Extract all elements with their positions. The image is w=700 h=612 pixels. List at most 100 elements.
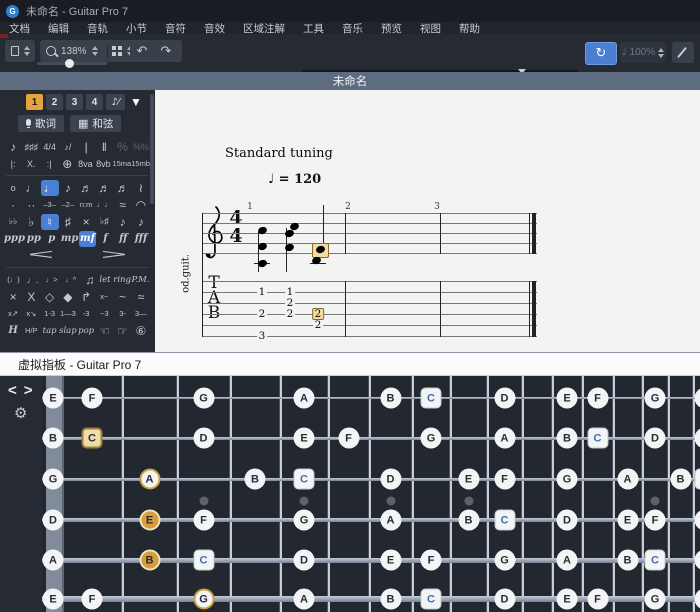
redo-button[interactable]: ↷	[154, 40, 178, 62]
palette-alternate-ending-button[interactable]: X.	[22, 156, 40, 172]
palette-coda-button[interactable]: ⊕	[58, 156, 76, 172]
voice-2-button[interactable]: 2	[46, 94, 63, 110]
palette-key-signature-button[interactable]: ♯♯♯	[22, 139, 40, 155]
palette-time-signature-button[interactable]: 4/4	[41, 139, 59, 155]
palette-sharp-button[interactable]: ♯	[59, 214, 77, 230]
prev-icon[interactable]: <	[8, 382, 24, 399]
page-view-spinner[interactable]	[24, 46, 30, 56]
palette-let-ring-beam-button[interactable]: ≈	[114, 197, 132, 213]
voice-3-button[interactable]: 3	[66, 94, 83, 110]
note-marker[interactable]: B	[380, 589, 401, 610]
palette-natural-harmonic-button[interactable]: ◇	[41, 289, 59, 305]
note-marker-c[interactable]: C	[494, 510, 515, 531]
note-marker[interactable]: D	[645, 428, 666, 449]
palette-fortissimo-button[interactable]: ff	[114, 231, 132, 247]
palette-hammer-on-button[interactable]: 1-3	[41, 306, 59, 322]
note-marker[interactable]: G	[557, 469, 578, 490]
palette-pianissimo-button[interactable]: pp	[25, 231, 43, 247]
palette-scrollbar[interactable]	[150, 94, 154, 204]
note-marker[interactable]: F	[193, 510, 214, 531]
palette-whole-note-button[interactable]: o	[4, 180, 22, 196]
voice-4-button[interactable]: 4	[86, 94, 103, 110]
palette-tap-button[interactable]: tap	[41, 323, 59, 339]
palette-quindicesima-alta-button[interactable]: 15ma	[112, 156, 131, 172]
palette-slide-in-from-below-button[interactable]: x↗	[4, 306, 22, 322]
note-marker[interactable]: A	[380, 510, 401, 531]
note-marker[interactable]: A	[557, 550, 578, 571]
note-marker[interactable]: G	[645, 589, 666, 610]
palette-artificial-harmonic-button[interactable]: ◆	[59, 289, 77, 305]
palette-free-time-button[interactable]: ♪/	[59, 139, 77, 155]
tab-fret-number[interactable]: 2	[313, 320, 323, 330]
palette-pop-button[interactable]: pop	[77, 323, 95, 339]
palette-quarter-note-button[interactable]: ♩	[41, 180, 59, 196]
zoom-value[interactable]: 138%	[61, 46, 87, 57]
palette-forte-button[interactable]: f	[96, 231, 114, 247]
note-marker[interactable]: A	[617, 469, 638, 490]
palette-wide-vibrato-button[interactable]: ≈	[132, 289, 150, 305]
palette-flat-button[interactable]: ♭	[22, 214, 40, 230]
chords-button[interactable]: ▦ 和弦	[70, 115, 121, 132]
palette-double-flat-button[interactable]: ♭♭	[4, 214, 22, 230]
loop-button[interactable]: ↻	[585, 42, 617, 65]
line-in-tuner-button[interactable]	[672, 42, 694, 63]
fretboard-window-titlebar[interactable]: 虚拟指板 - Guitar Pro 7	[0, 352, 700, 376]
fretboard-nav-arrows[interactable]: <>	[8, 382, 40, 399]
palette-pianississimo-button[interactable]: ppp	[4, 231, 25, 247]
palette-grace-on-beat-button[interactable]: ♪	[132, 214, 150, 230]
palette-slap-button[interactable]: slap	[59, 323, 77, 339]
voice-1-button[interactable]: 1	[26, 94, 43, 110]
open-string-note[interactable]: B	[43, 428, 64, 449]
palette-slide-from-below-button[interactable]: -3	[77, 306, 95, 322]
voices-dropdown-arrow[interactable]: ▼	[130, 95, 142, 109]
palette-eighth-note-button[interactable]: ♪	[59, 180, 77, 196]
palette-string-number-button[interactable]: ⑥	[132, 323, 150, 339]
multitrack-view-icon[interactable]	[112, 46, 122, 56]
open-string-note[interactable]: G	[43, 469, 64, 490]
palette-double-sharp-button[interactable]: ×	[77, 214, 95, 230]
fretboard[interactable]: EFGABCDEFGABCDEFGABCDEGABCDEFGABCDEFGABC…	[42, 376, 700, 612]
note-marker[interactable]: B	[557, 428, 578, 449]
tab-fret-number[interactable]: 1	[257, 287, 267, 297]
palette-repeat-open-button[interactable]: |:	[4, 156, 22, 172]
palette-tie-button[interactable]: ♩♩	[95, 197, 113, 213]
palette-n-tuplet-button[interactable]: n:m	[77, 197, 95, 213]
palette-slide-legato-button[interactable]: ~3	[95, 306, 113, 322]
palette-let-ring-button[interactable]: let ring	[99, 272, 131, 288]
note-marker[interactable]: E	[557, 388, 578, 409]
palette-slide-out-down-button[interactable]: x↘	[22, 306, 40, 322]
multivoice-icon[interactable]: ♪⁄	[106, 94, 125, 110]
palette-left-hand-fingering-button[interactable]: ☜	[95, 323, 113, 339]
active-note-marker[interactable]: B	[139, 550, 160, 571]
note-marker-c[interactable]: C	[645, 550, 666, 571]
note-marker-c[interactable]: C	[294, 469, 315, 490]
highlighted-note-marker[interactable]: A	[139, 469, 160, 490]
note-marker[interactable]: D	[557, 510, 578, 531]
zoom-spinner[interactable]	[92, 46, 98, 56]
note-marker-c[interactable]: C	[694, 469, 700, 490]
palette-right-hand-fingering-button[interactable]: ☞	[114, 323, 132, 339]
palette-sixty-fourth-note-button[interactable]: ♬	[114, 180, 132, 196]
tab-fret-number[interactable]: 1	[285, 287, 295, 297]
palette-heavy-accent-button[interactable]: ♩^	[61, 272, 80, 288]
note-marker[interactable]: G	[294, 510, 315, 531]
note-marker[interactable]: E	[380, 550, 401, 571]
note-marker[interactable]: E	[617, 510, 638, 531]
palette-crescendo-button[interactable]: <	[4, 248, 77, 264]
page-view-selector[interactable]	[5, 40, 35, 62]
note-marker[interactable]: E	[557, 589, 578, 610]
palette-mezzo-piano-button[interactable]: mp	[61, 231, 79, 247]
note-marker[interactable]: F	[494, 469, 515, 490]
palette-augmentation-dot-button[interactable]: ·	[4, 197, 22, 213]
note-marker[interactable]: F	[587, 589, 608, 610]
palette-thirty-second-note-button[interactable]: ♬	[95, 180, 113, 196]
palette-ghost-note-button[interactable]: (♩)	[4, 272, 23, 288]
palette-ottava-bassa-button[interactable]: 8vb	[94, 156, 112, 172]
palette-fortississimo-button[interactable]: fff	[132, 231, 150, 247]
note-marker[interactable]: D	[294, 550, 315, 571]
open-string-note[interactable]: E	[43, 388, 64, 409]
note-marker[interactable]: B	[245, 469, 266, 490]
palette-rest-button[interactable]: ≀	[132, 180, 150, 196]
palette-natural-button[interactable]: ♮	[41, 214, 59, 230]
lyrics-button[interactable]: 歌词	[18, 115, 64, 132]
